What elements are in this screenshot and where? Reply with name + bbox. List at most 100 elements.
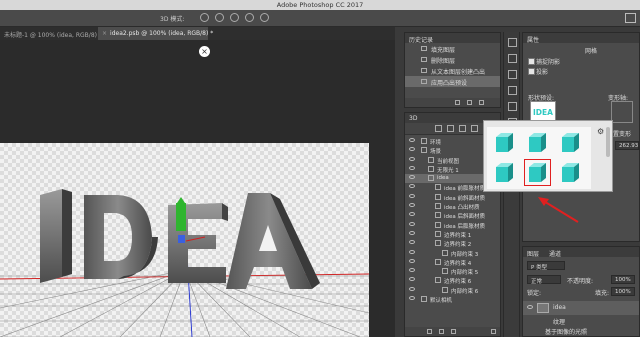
preset-cube-2[interactable]: [526, 131, 549, 154]
visibility-eye-icon[interactable]: [409, 147, 415, 152]
tree-row[interactable]: 内部约束 6: [405, 286, 500, 295]
trash-icon[interactable]: [491, 329, 496, 334]
slide-icon[interactable]: [245, 13, 254, 22]
preset-cube-3[interactable]: [559, 131, 582, 154]
lock-label: 锁定:: [527, 290, 542, 297]
paragraph-panel-icon[interactable]: [508, 86, 517, 95]
character-panel-icon[interactable]: [508, 102, 517, 111]
preset-cube-5[interactable]: [524, 159, 551, 186]
tree-row-label: 边界约束 6: [444, 279, 472, 286]
pan-icon[interactable]: [230, 13, 239, 22]
visibility-eye-icon[interactable]: [409, 268, 415, 273]
new-document-icon[interactable]: [455, 100, 460, 105]
blend-mode-select[interactable]: 正常: [527, 275, 561, 285]
tab-channels[interactable]: 通道: [549, 251, 561, 258]
visibility-eye-icon[interactable]: [409, 258, 415, 263]
visibility-eye-icon[interactable]: [527, 305, 533, 309]
visibility-eye-icon[interactable]: [409, 286, 415, 291]
3d-footer: [405, 327, 500, 336]
visibility-eye-icon[interactable]: [409, 165, 415, 170]
filter-icon[interactable]: [439, 329, 444, 334]
visibility-eye-icon[interactable]: [409, 277, 415, 282]
brush-panel-icon[interactable]: [508, 54, 517, 63]
history-item[interactable]: 从文本图层创建凸出: [405, 65, 500, 76]
tree-node-icon: [442, 249, 448, 256]
trash-icon[interactable]: [479, 100, 484, 105]
visibility-eye-icon[interactable]: [409, 203, 415, 208]
tree-row[interactable]: 边界约束 4: [405, 258, 500, 267]
tab-untitled[interactable]: 未标题-1 @ 100% (idea, RGB/8) *: [0, 27, 102, 40]
tree-row-label: 当前视图: [437, 158, 460, 165]
render-icon[interactable]: [427, 329, 432, 334]
scale-icon[interactable]: [260, 13, 269, 22]
visibility-eye-icon[interactable]: [409, 230, 415, 235]
depth-field[interactable]: 262.93: [615, 141, 639, 150]
tree-node-icon: [435, 240, 441, 247]
history-item[interactable]: 填充图层: [405, 43, 500, 54]
tab-idea2[interactable]: × idea2.psb @ 100% (idea, RGB/8) *: [98, 27, 213, 40]
tree-row[interactable]: 边界约束 6: [405, 276, 500, 285]
tree-row[interactable]: idea 后膨胀材质: [405, 221, 500, 230]
whole-scene-icon[interactable]: [435, 125, 442, 132]
properties-panel-icon[interactable]: [508, 70, 517, 79]
catch-shadow-checkbox[interactable]: 捕捉阴影: [528, 57, 560, 66]
visibility-eye-icon[interactable]: [409, 156, 415, 161]
3d-scene[interactable]: [0, 143, 369, 337]
document-tabs: 未标题-1 @ 100% (idea, RGB/8) * × idea2.psb …: [0, 27, 395, 40]
history-panel-icon[interactable]: [508, 38, 517, 47]
materials-icon[interactable]: [459, 125, 466, 132]
tab-close-icon[interactable]: ×: [102, 30, 107, 37]
cube-icon: [562, 163, 579, 182]
visibility-eye-icon[interactable]: [409, 296, 415, 301]
tab-layers[interactable]: 图层: [527, 251, 539, 258]
tree-row-label: 内部约束 6: [451, 288, 479, 295]
annotation-arrow: [538, 197, 579, 223]
deform-axis-widget[interactable]: [611, 101, 633, 123]
layer-kind-filter[interactable]: P 类型: [527, 261, 565, 271]
cast-shadow-checkbox[interactable]: 投影: [528, 67, 548, 76]
meshes-icon[interactable]: [447, 125, 454, 132]
opacity-field[interactable]: 100%: [611, 275, 635, 284]
tree-row[interactable]: 边界约束 2: [405, 239, 500, 248]
lights-icon[interactable]: [471, 125, 478, 132]
light-add-icon[interactable]: [451, 329, 456, 334]
visibility-eye-icon[interactable]: [409, 212, 415, 217]
tree-node-icon: [421, 296, 427, 303]
tree-row[interactable]: 内部约束 3: [405, 249, 500, 258]
visibility-eye-icon[interactable]: [409, 221, 415, 226]
visibility-eye-icon[interactable]: [409, 184, 415, 189]
history-item[interactable]: 应用凸出预设: [405, 76, 500, 87]
tree-row[interactable]: 边界约束 1: [405, 230, 500, 239]
history-item[interactable]: 删除图层: [405, 54, 500, 65]
gear-icon[interactable]: ⚙: [597, 127, 604, 136]
title-bar: Adobe Photoshop CC 2017: [0, 0, 640, 10]
tree-row[interactable]: idea 凸出材质: [405, 202, 500, 211]
preset-cube-1[interactable]: [493, 131, 516, 154]
fill-field[interactable]: 100%: [611, 287, 635, 296]
tree-row[interactable]: idea 后斜面材质: [405, 211, 500, 220]
close-circle-icon[interactable]: ×: [199, 46, 210, 57]
preset-cube-4[interactable]: [493, 161, 516, 184]
popup-scrollbar[interactable]: [606, 127, 610, 157]
snapshot-icon[interactable]: [467, 100, 472, 105]
preset-grid: [487, 127, 591, 189]
tree-row[interactable]: 内部约束 5: [405, 267, 500, 276]
mesh-tab[interactable]: 网格: [585, 46, 597, 55]
tree-row-label: 边界约束 1: [444, 232, 472, 239]
preset-cube-6[interactable]: [559, 161, 582, 184]
visibility-eye-icon[interactable]: [409, 249, 415, 254]
visibility-eye-icon[interactable]: [409, 175, 415, 180]
layer-sub-ibl: 基于图像的光照: [545, 329, 588, 336]
roll-icon[interactable]: [215, 13, 224, 22]
tree-row[interactable]: 默认相机: [405, 295, 500, 304]
document-canvas[interactable]: [0, 143, 369, 337]
visibility-eye-icon[interactable]: [409, 193, 415, 198]
orbit-icon[interactable]: [200, 13, 209, 22]
layer-row-idea[interactable]: idea: [523, 301, 639, 315]
visibility-eye-icon[interactable]: [409, 138, 415, 142]
options-bar: 3D 模式:: [0, 10, 640, 27]
tree-row[interactable]: idea 前斜面材质: [405, 193, 500, 202]
visibility-eye-icon[interactable]: [409, 240, 415, 245]
workspace-icon[interactable]: [625, 13, 636, 23]
history-item-label: 填充图层: [431, 47, 456, 54]
